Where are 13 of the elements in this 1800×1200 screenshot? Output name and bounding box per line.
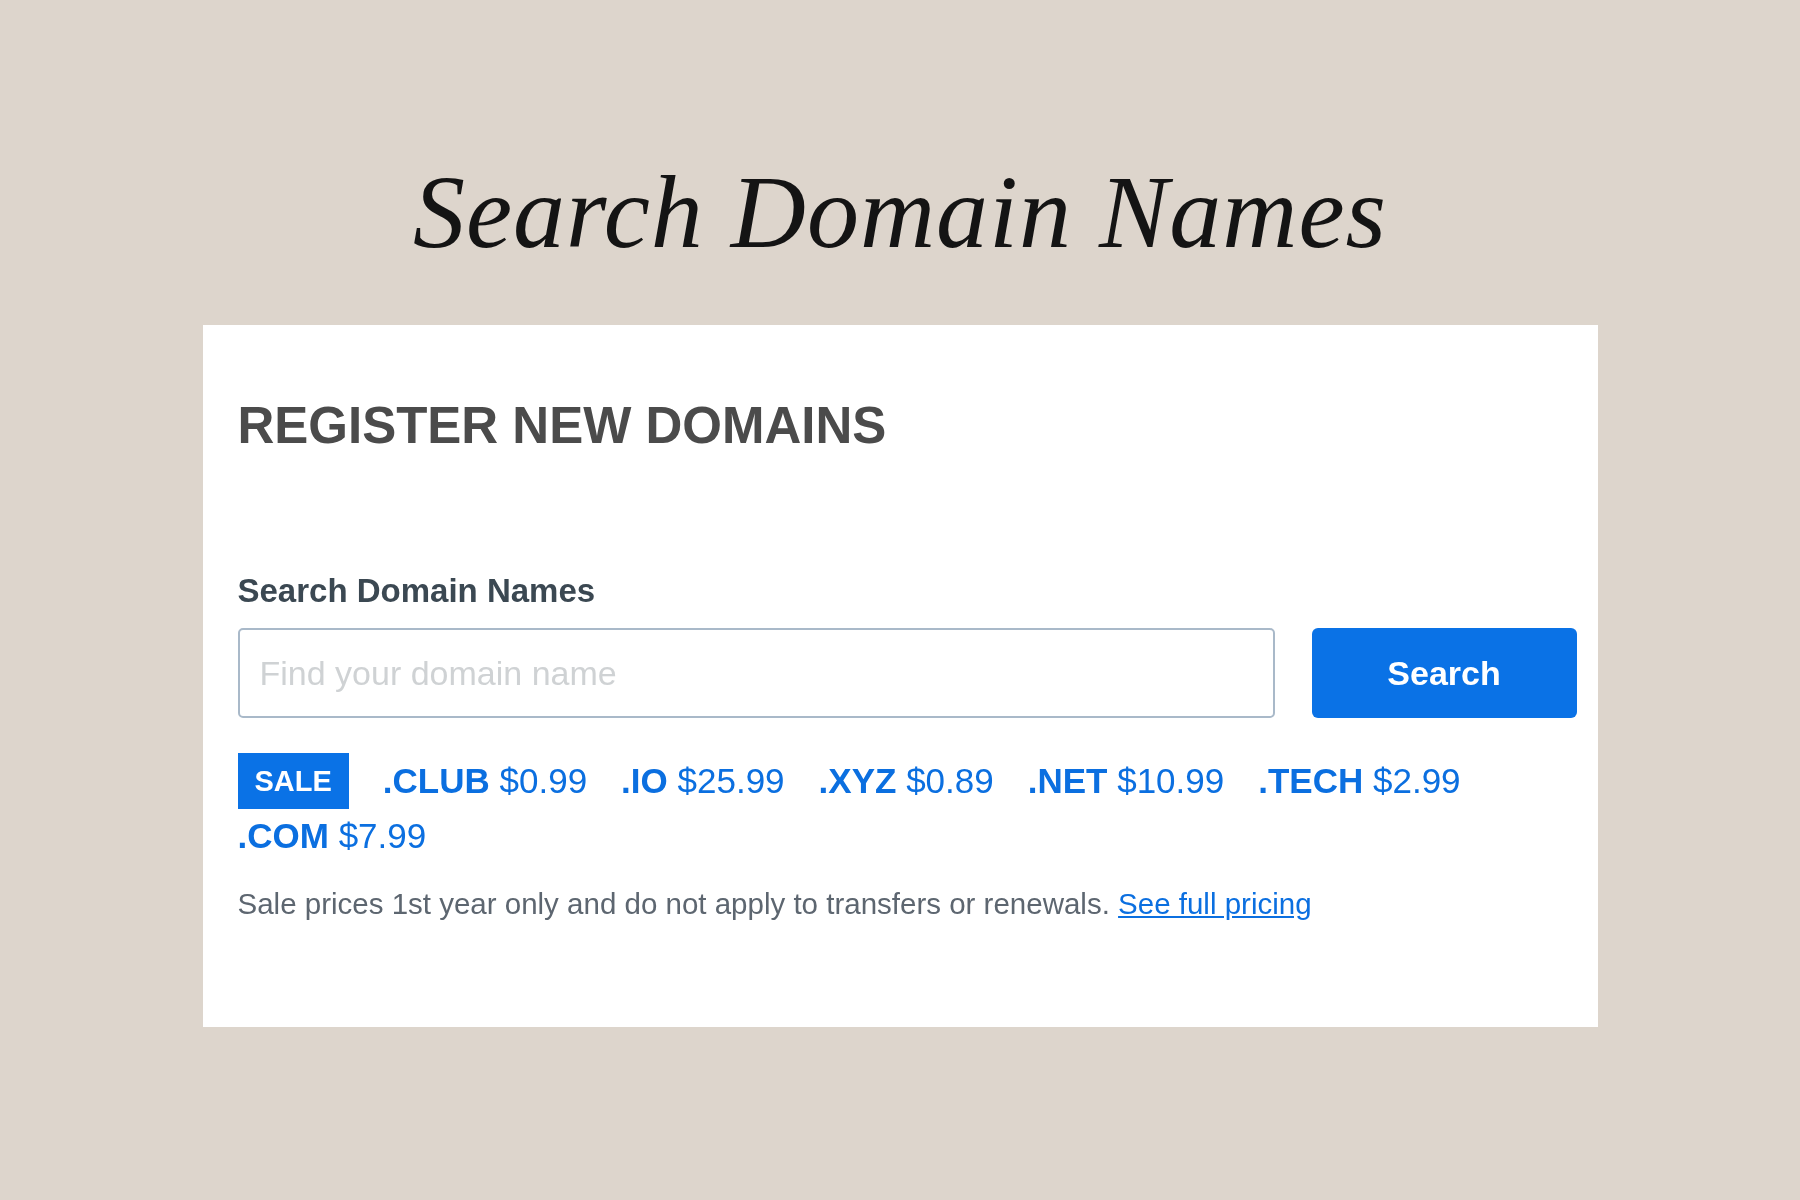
full-pricing-link[interactable]: See full pricing	[1118, 887, 1312, 921]
search-button[interactable]: Search	[1311, 628, 1577, 719]
field-label: Search Domain Names	[237, 570, 596, 611]
tld-price-link[interactable]: .TECH $2.99	[1258, 754, 1461, 809]
sale-note-text: Sale prices 1st year only and do not apply to transfers or renewals. See full pricing	[237, 886, 1312, 923]
script-title: Search Domain Names	[412, 153, 1388, 271]
tld-price-link[interactable]: .CLUB $0.99	[382, 754, 588, 809]
tld-price-link[interactable]: .XYZ $0.89	[818, 754, 994, 809]
sale-badge: SALE	[237, 753, 349, 810]
tld-price-link[interactable]: .COM $7.99	[237, 809, 427, 864]
tld-price-link[interactable]: .NET $10.99	[1027, 754, 1225, 809]
section-heading: REGISTER NEW DOMAINS	[237, 399, 887, 451]
tld-price-link[interactable]: .IO $25.99	[621, 754, 785, 809]
